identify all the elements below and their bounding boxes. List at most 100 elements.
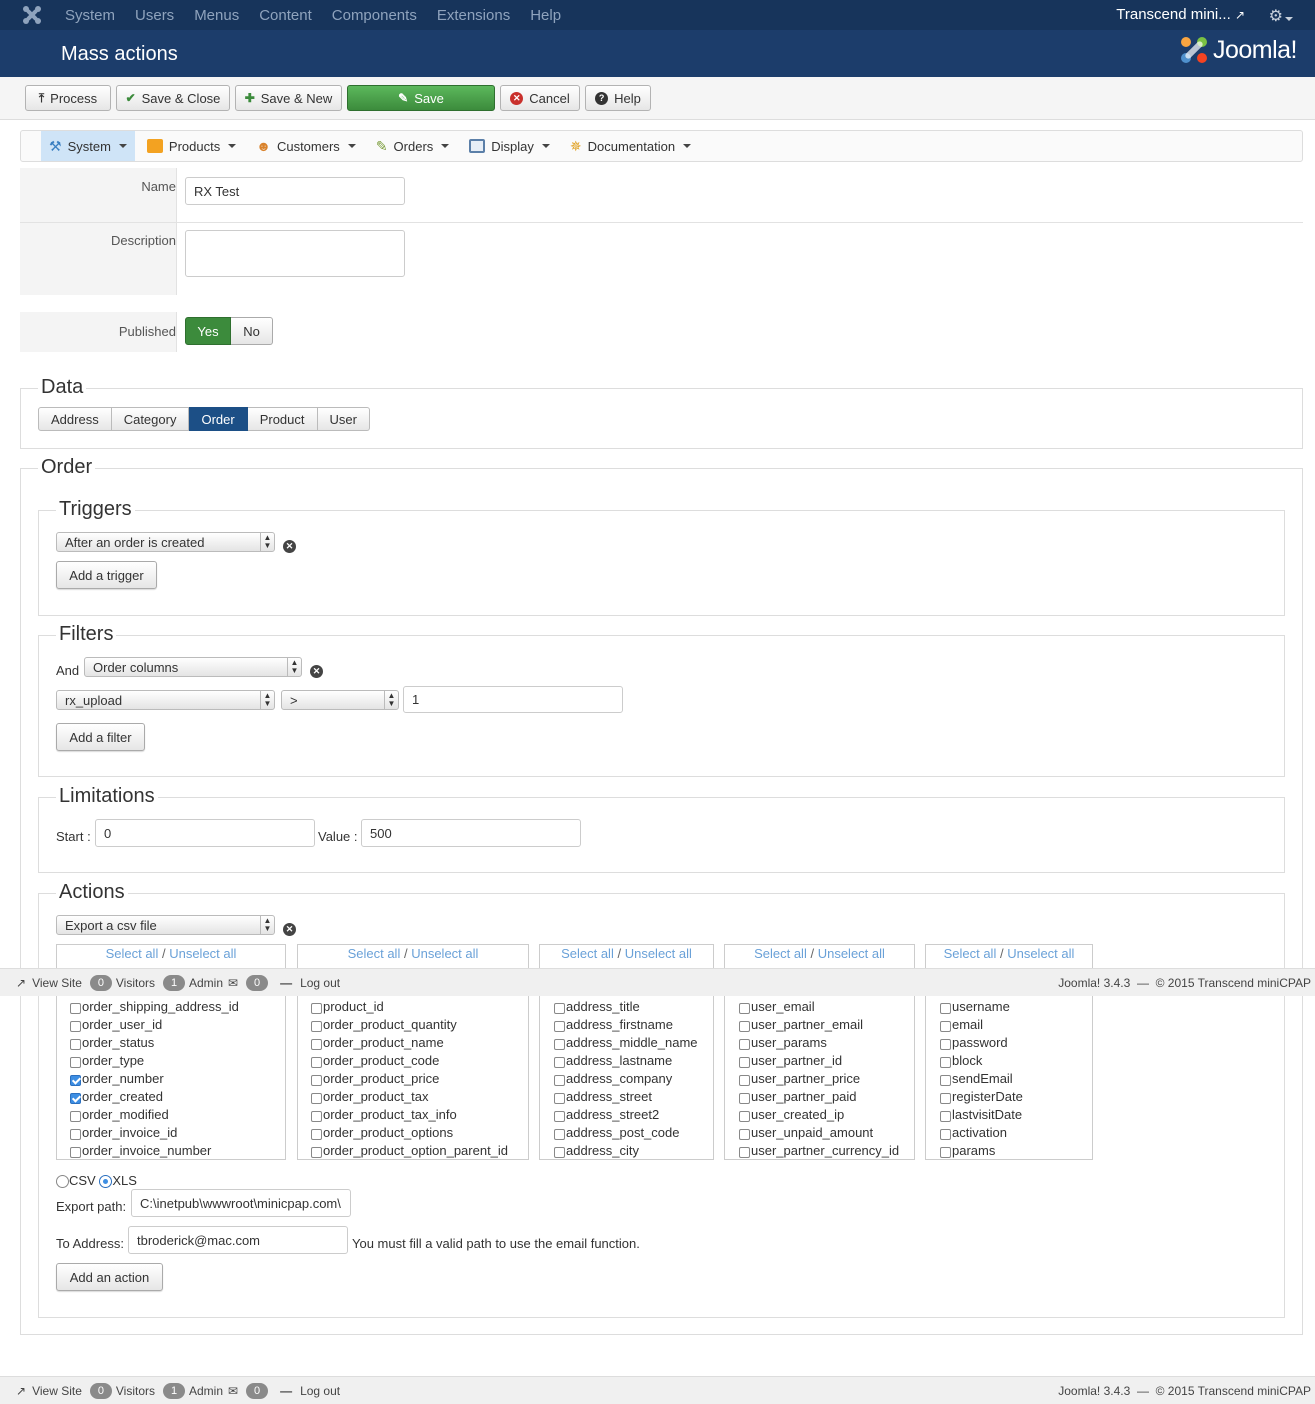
column-option[interactable]: address_city — [554, 1143, 639, 1158]
tab-address[interactable]: Address — [38, 407, 112, 431]
column-option[interactable]: user_partner_email — [739, 1017, 863, 1032]
column-option[interactable]: address_firstname — [554, 1017, 673, 1032]
remove-action-icon[interactable]: ✕ — [283, 923, 296, 936]
column-checkbox[interactable] — [70, 1021, 81, 1032]
column-option[interactable]: address_lastname — [554, 1053, 672, 1068]
column-option[interactable]: user_partner_paid — [739, 1089, 857, 1104]
column-option[interactable]: order_shipping_address_id — [70, 999, 239, 1014]
published-no-button[interactable]: No — [231, 317, 273, 345]
column-option[interactable]: order_invoice_number — [70, 1143, 211, 1158]
column-option[interactable]: username — [940, 999, 1010, 1014]
action-select[interactable]: Export a csv file ▲ ▼ — [56, 915, 275, 935]
column-checkbox[interactable] — [739, 1093, 750, 1104]
view-site-link[interactable]: ↗ View Site — [16, 976, 82, 990]
csv-radio[interactable] — [56, 1175, 69, 1188]
column-option[interactable]: order_created — [70, 1089, 163, 1104]
column-checkbox[interactable] — [311, 1129, 322, 1140]
value-input[interactable]: 500 — [361, 819, 581, 847]
select-all-link[interactable]: Select all — [106, 946, 159, 961]
column-option[interactable]: order_product_quantity — [311, 1017, 457, 1032]
column-checkbox[interactable] — [554, 1057, 565, 1068]
column-checkbox[interactable] — [311, 1093, 322, 1104]
site-link[interactable]: Transcend mini... ↗ — [1116, 6, 1245, 23]
column-option[interactable]: address_middle_name — [554, 1035, 698, 1050]
column-option[interactable]: order_type — [70, 1053, 144, 1068]
xls-radio[interactable] — [99, 1175, 113, 1188]
tab-product[interactable]: Product — [247, 407, 318, 431]
column-checkbox[interactable] — [554, 1129, 565, 1140]
save-button[interactable]: ✎ Save — [347, 85, 495, 111]
column-option[interactable]: user_partner_price — [739, 1071, 860, 1086]
column-option[interactable]: registerDate — [940, 1089, 1023, 1104]
column-checkbox[interactable] — [739, 1075, 750, 1086]
submenu-display[interactable]: Display — [461, 131, 558, 161]
column-checkbox[interactable] — [70, 1093, 81, 1104]
column-checkbox[interactable] — [940, 1075, 951, 1086]
column-checkbox[interactable] — [70, 1039, 81, 1050]
unselect-all-link[interactable]: Unselect all — [625, 946, 692, 961]
column-checkbox[interactable] — [311, 1039, 322, 1050]
column-checkbox[interactable] — [70, 1075, 81, 1086]
unselect-all-link[interactable]: Unselect all — [1007, 946, 1074, 961]
column-checkbox[interactable] — [940, 1147, 951, 1158]
column-checkbox[interactable] — [739, 1039, 750, 1050]
top-menu-help[interactable]: Help — [520, 7, 571, 24]
trigger-select[interactable]: After an order is created ▲ ▼ — [56, 532, 275, 552]
column-option[interactable]: user_params — [739, 1035, 827, 1050]
column-option[interactable]: address_company — [554, 1071, 672, 1086]
submenu-documentation[interactable]: ✵ Documentation — [562, 131, 699, 161]
column-checkbox[interactable] — [311, 1147, 322, 1158]
column-option[interactable]: user_partner_currency_id — [739, 1143, 899, 1158]
column-option[interactable]: address_post_code — [554, 1125, 679, 1140]
column-checkbox[interactable] — [554, 1147, 565, 1158]
column-option[interactable]: order_invoice_id — [70, 1125, 177, 1140]
column-option[interactable]: product_id — [311, 999, 384, 1014]
column-option[interactable]: address_street2 — [554, 1107, 659, 1122]
column-checkbox[interactable] — [311, 1003, 322, 1014]
column-option[interactable]: address_title — [554, 999, 640, 1014]
tab-category[interactable]: Category — [111, 407, 190, 431]
column-checkbox[interactable] — [70, 1057, 81, 1068]
add-action-button[interactable]: Add an action — [56, 1263, 163, 1291]
column-checkbox[interactable] — [554, 1021, 565, 1032]
select-all-link[interactable]: Select all — [561, 946, 614, 961]
column-option[interactable]: password — [940, 1035, 1008, 1050]
column-option[interactable]: order_product_tax — [311, 1089, 429, 1104]
top-menu-users[interactable]: Users — [125, 7, 184, 24]
top-menu-system[interactable]: System — [55, 7, 125, 24]
submenu-orders[interactable]: ✎ Orders — [368, 131, 457, 161]
unselect-all-link[interactable]: Unselect all — [818, 946, 885, 961]
select-all-link[interactable]: Select all — [754, 946, 807, 961]
column-checkbox[interactable] — [311, 1057, 322, 1068]
column-option[interactable]: user_email — [739, 999, 815, 1014]
column-option[interactable]: order_number — [70, 1071, 164, 1086]
cancel-button[interactable]: ✕ Cancel — [500, 85, 580, 111]
column-option[interactable]: order_product_option_parent_id — [311, 1143, 508, 1158]
top-menu-content[interactable]: Content — [249, 7, 322, 24]
column-checkbox[interactable] — [554, 1075, 565, 1086]
column-option[interactable]: order_product_price — [311, 1071, 439, 1086]
column-option[interactable]: sendEmail — [940, 1071, 1013, 1086]
column-checkbox[interactable] — [940, 1093, 951, 1104]
column-checkbox[interactable] — [739, 1129, 750, 1140]
select-all-link[interactable]: Select all — [944, 946, 997, 961]
column-checkbox[interactable] — [940, 1129, 951, 1140]
add-trigger-button[interactable]: Add a trigger — [56, 561, 157, 589]
column-option[interactable]: user_created_ip — [739, 1107, 844, 1122]
column-option[interactable]: user_partner_id — [739, 1053, 842, 1068]
remove-trigger-icon[interactable]: ✕ — [283, 540, 296, 553]
filter-type-select[interactable]: Order columns ▲ ▼ — [84, 657, 302, 677]
column-checkbox[interactable] — [739, 1057, 750, 1068]
messages-status[interactable]: 0 — [246, 1382, 272, 1399]
column-checkbox[interactable] — [311, 1111, 322, 1122]
remove-filter-icon[interactable]: ✕ — [310, 665, 323, 678]
submenu-products[interactable]: Products — [139, 131, 244, 161]
filter-value-input[interactable]: 1 — [403, 686, 623, 713]
logout-link[interactable]: — Log out — [280, 1384, 340, 1398]
column-checkbox[interactable] — [70, 1003, 81, 1014]
help-button[interactable]: ? Help — [585, 85, 651, 111]
column-option[interactable]: order_product_options — [311, 1125, 453, 1140]
submenu-system[interactable]: ⚒ System — [41, 131, 135, 161]
column-checkbox[interactable] — [70, 1147, 81, 1158]
select-all-link[interactable]: Select all — [348, 946, 401, 961]
